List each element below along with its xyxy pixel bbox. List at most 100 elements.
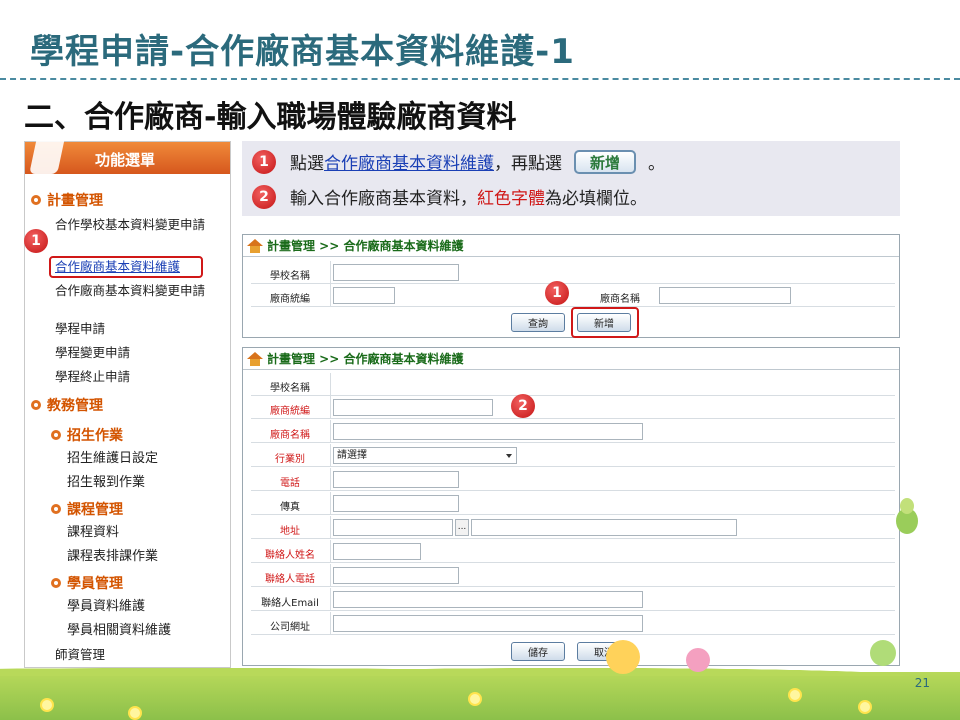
menu-item-program-apply[interactable]: 學程申請 [55,322,225,336]
breadcrumb: 計畫管理 >> 合作廠商基本資料維護 [267,239,464,253]
vendor-name-label: 廠商名稱 [270,430,310,441]
dropdown-arrow-icon [506,454,512,458]
vendor-id-input[interactable] [333,399,493,416]
menu-item-program-end[interactable]: 學程終止申請 [55,370,225,384]
menu-section-plan[interactable]: 計畫管理 [31,190,103,210]
contact-phone-input[interactable] [333,567,459,584]
website-input[interactable] [333,615,643,632]
menu-header-label: 功能選單 [95,151,156,169]
menu-subsection-label: 學員管理 [67,576,123,592]
instruction-bar: 1 點選 合作廠商基本資料維護 ，再點選 新增 。 2 輸入合作廠商基本資料， … [242,141,900,216]
form-row-contact-email: 聯絡人Email [251,588,895,611]
contact-phone-label: 聯絡人電話 [265,574,315,585]
industry-label: 行業別 [275,454,305,465]
fax-input[interactable] [333,495,459,512]
menu-subsection-label: 課程管理 [67,502,123,518]
highlight-add-button [571,307,639,338]
instruction-line-1: 1 點選 合作廠商基本資料維護 ，再點選 新增 。 [252,149,665,174]
contact-name-input[interactable] [333,543,421,560]
industry-select[interactable]: 請選擇 [333,447,517,464]
bullet-icon [31,195,41,205]
form-row-contact-name: 聯絡人姓名 [251,540,895,563]
tree-decoration [606,640,640,674]
function-menu: 功能選單 計畫管理 合作學校基本資料變更申請 合作廠商基本資料維護 合作廠商基本… [24,138,231,668]
form-row-industry: 行業別 請選擇 [251,444,895,467]
menu-item-enroll-date[interactable]: 招生維護日設定 [67,452,237,466]
menu-item-course-schedule[interactable]: 課程表排課作業 [67,550,237,564]
form-row-vendor-name: 廠商名稱 [251,420,895,443]
form-row-contact-phone: 聯絡人電話 [251,564,895,587]
menu-item-school-change[interactable]: 合作學校基本資料變更申請 [55,218,225,232]
slide-subtitle: 二、合作廠商-輸入職場體驗廠商資料 [24,100,517,135]
menu-subsection-course[interactable]: 課程管理 [51,499,123,519]
step-badge-2: 2 [252,184,276,209]
fax-label: 傳真 [280,502,300,513]
menu-item-student-related[interactable]: 學員相關資料維護 [67,624,237,638]
flower-icon [42,700,52,710]
menu-header: 功能選單 [25,138,230,174]
step-badge-1-menu: 1 [24,229,48,253]
home-icon [247,351,263,366]
save-button[interactable]: 儲存 [511,642,565,661]
contact-email-input[interactable] [333,591,643,608]
contact-name-label: 聯絡人姓名 [265,550,315,561]
vendor-id-input[interactable] [333,287,395,304]
form-row-website: 公司網址 [251,612,895,635]
address-lookup-button[interactable]: ... [455,519,469,536]
slide-title: 學程申請-合作廠商基本資料維護-1 [30,32,575,72]
form-panel-header: 計畫管理 >> 合作廠商基本資料維護 [243,348,899,370]
menu-item-program-change[interactable]: 學程變更申請 [55,346,225,360]
menu-subsection-enrollment[interactable]: 招生作業 [51,425,123,445]
address-label: 地址 [280,526,300,537]
form-row-school: 學校名稱 [251,373,895,396]
menu-item-course-data[interactable]: 課程資料 [67,526,237,540]
step-badge-1-search: 1 [545,281,569,305]
menu-item-faculty[interactable]: 師資管理 [55,648,225,662]
instruction-text: 輸入合作廠商基本資料， [290,189,477,209]
school-name-input[interactable] [333,264,459,281]
search-panel-header: 計畫管理 >> 合作廠商基本資料維護 [243,235,899,257]
vendor-id-label: 廠商統編 [270,294,310,305]
menu-item-enroll-checkin[interactable]: 招生報到作業 [67,476,237,490]
instruction-link: 合作廠商基本資料維護 [324,154,494,174]
instruction-red-text: 紅色字體 [477,189,545,209]
tree-decoration [870,640,896,666]
vendor-form-panel: 計畫管理 >> 合作廠商基本資料維護 學校名稱 廠商統編 廠商名稱 行業別 請選… [242,347,900,666]
vendor-name-input[interactable] [333,423,643,440]
home-icon [247,238,263,253]
address-zip-input[interactable] [333,519,453,536]
form-row-vendor-id: 廠商統編 [251,396,895,419]
instruction-text: 點選 [290,154,324,174]
form-row-fax: 傳真 [251,492,895,515]
vendor-id-label: 廠商統編 [270,406,310,417]
page-number: 21 [914,676,930,690]
search-panel: 計畫管理 >> 合作廠商基本資料維護 學校名稱 廠商統編 廠商名稱 查詢 新增 … [242,234,900,338]
query-button[interactable]: 查詢 [511,313,565,332]
menu-section-academic[interactable]: 教務管理 [31,395,103,415]
menu-item-vendor-change[interactable]: 合作廠商基本資料變更申請 [55,284,225,298]
menu-subsection-label: 招生作業 [67,428,123,444]
flower-icon [790,690,800,700]
instruction-text: 。 [648,154,666,174]
bullet-icon [51,504,61,514]
flower-icon [130,708,140,718]
menu-item-student-data[interactable]: 學員資料維護 [67,600,237,614]
highlight-vendor-maintenance [49,256,203,278]
menu-subsection-student[interactable]: 學員管理 [51,573,123,593]
tree-decoration [686,648,710,672]
bullet-icon [31,400,41,410]
address-input[interactable] [471,519,737,536]
flower-icon [470,694,480,704]
tree-decoration [900,498,914,514]
new-chip-illustration: 新增 [574,149,637,174]
form-row-phone: 電話 [251,468,895,491]
phone-input[interactable] [333,471,459,488]
vendor-name-input[interactable] [659,287,791,304]
breadcrumb: 計畫管理 >> 合作廠商基本資料維護 [267,352,464,366]
contact-email-label: 聯絡人Email [261,598,319,609]
grass-decoration [0,662,960,720]
bullet-icon [51,578,61,588]
school-name-label: 學校名稱 [270,383,310,394]
flower-icon [860,702,870,712]
menu-section-label: 計畫管理 [47,193,103,209]
